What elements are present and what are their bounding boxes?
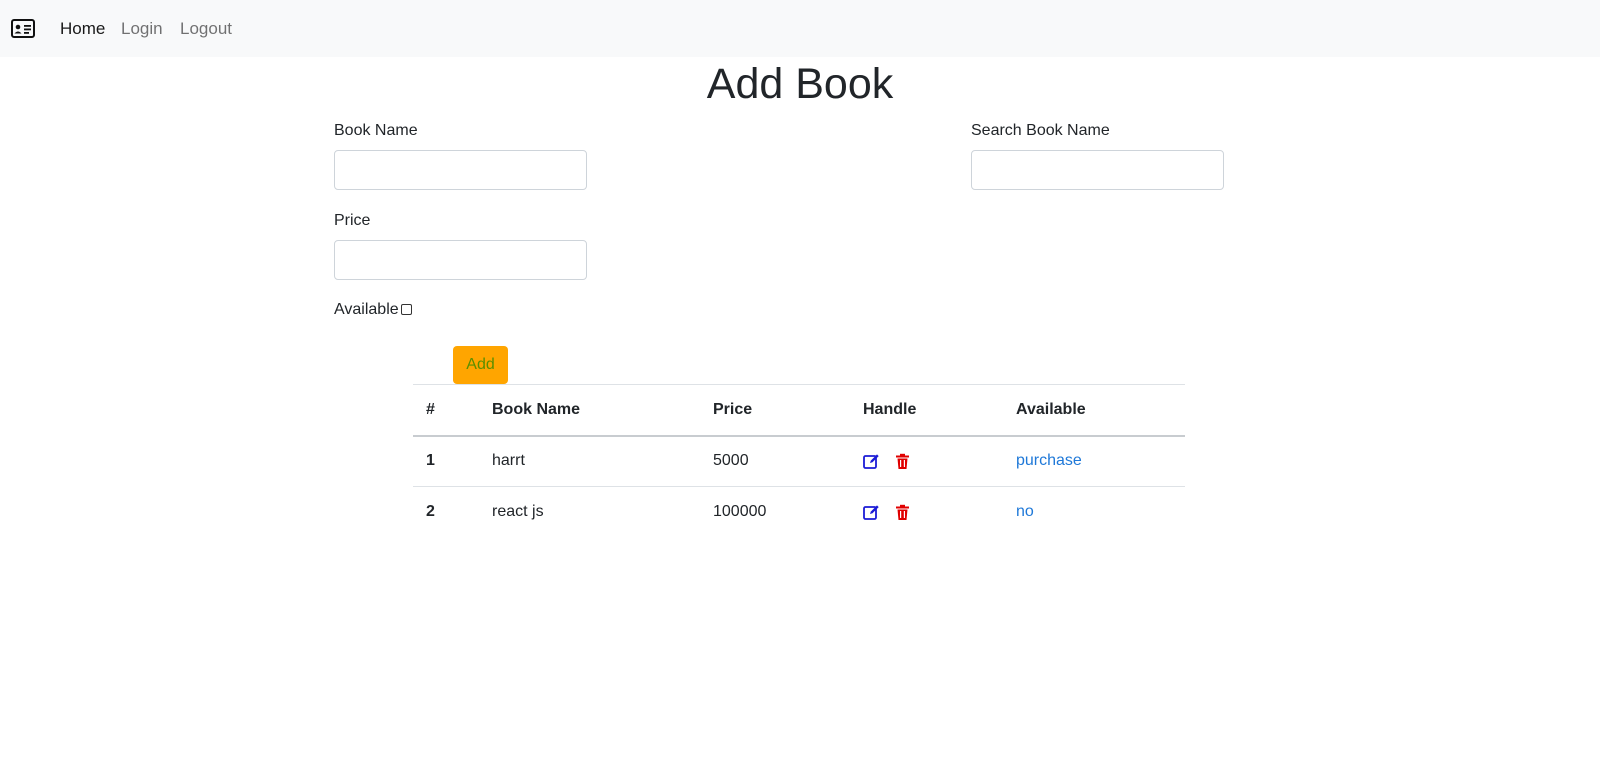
edit-icon[interactable] [863, 504, 880, 521]
search-book-name-input[interactable] [971, 150, 1224, 190]
column-header-book-name: Book Name [479, 384, 700, 437]
book-name-cell: harrt [492, 452, 525, 470]
navbar: Home Login Logout [0, 0, 1600, 57]
price-cell: 5000 [713, 452, 749, 470]
books-table: # Book Name Price Handle Available 1 har… [413, 384, 1185, 538]
column-header-price: Price [700, 384, 850, 437]
table-row: 2 react js 100000 no [413, 486, 1185, 538]
edit-icon[interactable] [863, 453, 880, 470]
trash-icon[interactable] [894, 453, 911, 470]
column-header-number: # [413, 384, 479, 437]
available-link[interactable]: purchase [1016, 452, 1082, 469]
nav-link-home[interactable]: Home [60, 18, 105, 40]
available-checkbox[interactable] [401, 304, 412, 315]
price-cell: 100000 [700, 486, 850, 538]
page-title: Add Book [706, 60, 894, 108]
available-cell: no [1003, 486, 1185, 538]
handle-cell [850, 486, 1003, 538]
row-number: 1 [426, 452, 435, 470]
id-card-icon[interactable] [11, 19, 35, 38]
add-button[interactable]: Add [453, 346, 508, 384]
column-header-available: Available [1003, 384, 1185, 437]
available-cell: purchase [1003, 436, 1185, 487]
book-name-label: Book Name [334, 122, 418, 139]
book-name-cell: react js [479, 486, 700, 538]
nav-link-logout[interactable]: Logout [180, 18, 232, 40]
table-header-row: # Book Name Price Handle Available [413, 384, 1185, 437]
nav-link-login[interactable]: Login [121, 18, 163, 40]
price-label: Price [334, 212, 371, 229]
available-label: Available [334, 301, 399, 318]
row-number: 2 [413, 486, 479, 538]
handle-cell [850, 436, 1003, 487]
search-book-name-label: Search Book Name [971, 122, 1110, 139]
trash-icon[interactable] [894, 504, 911, 521]
available-link[interactable]: no [1016, 503, 1034, 520]
table-row: 1 harrt 5000 purchase [413, 436, 1185, 487]
book-name-input[interactable] [334, 150, 587, 190]
column-header-handle: Handle [850, 384, 1003, 437]
price-input[interactable] [334, 240, 587, 280]
